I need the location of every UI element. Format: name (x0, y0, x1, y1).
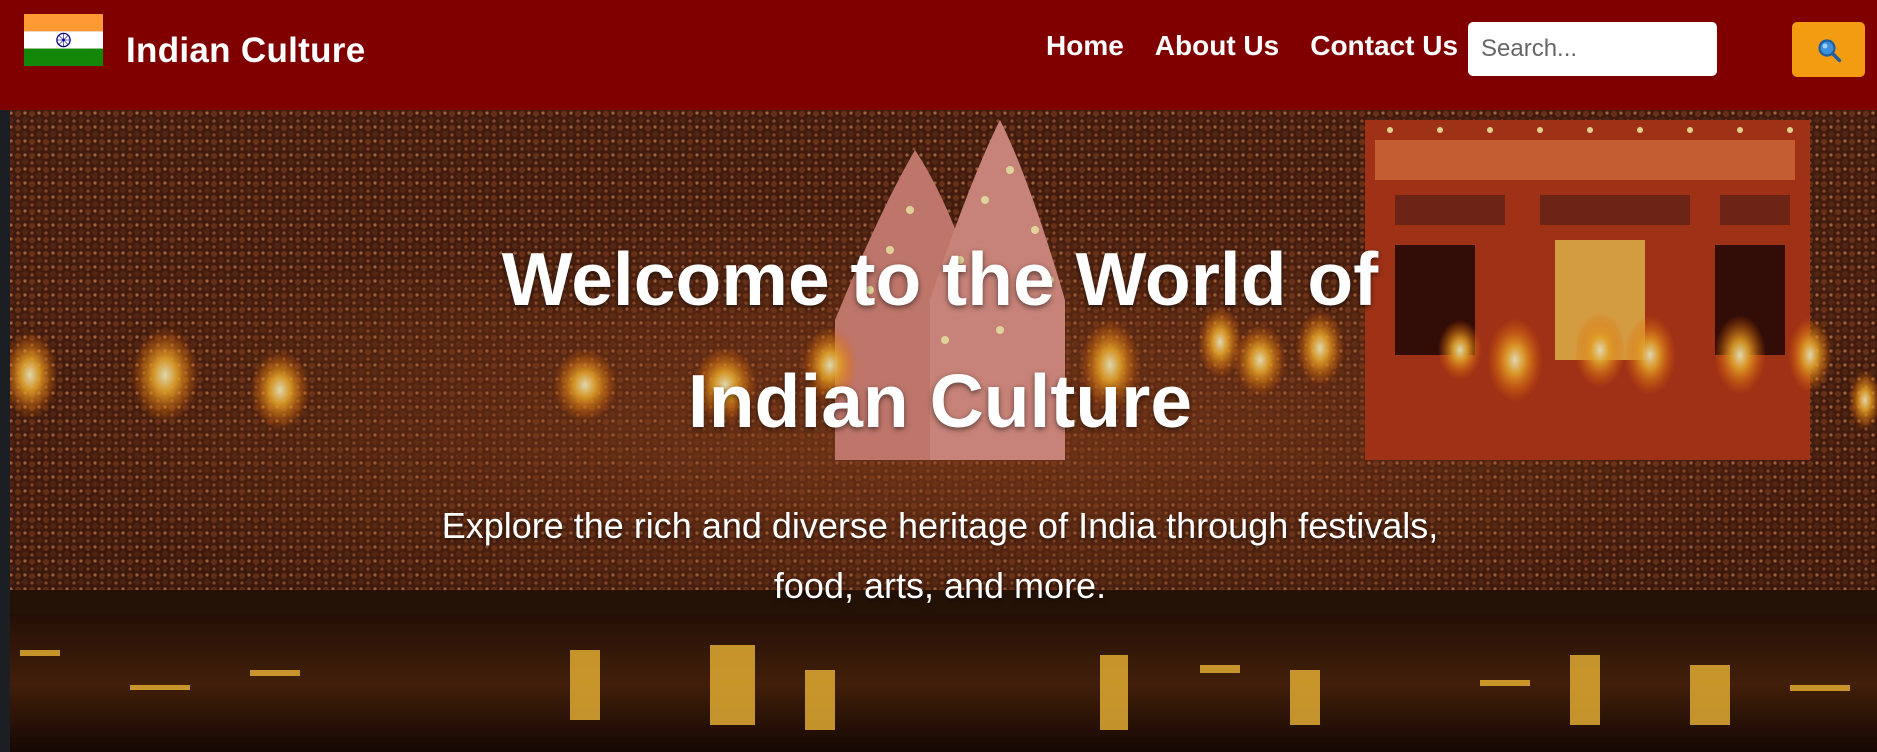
hero-text: Welcome to the World of Indian Culture E… (440, 218, 1440, 616)
main-nav: Home About Us Contact Us (1046, 30, 1458, 62)
hero-left-edge (0, 110, 10, 752)
hero-section: Welcome to the World of Indian Culture E… (0, 110, 1877, 752)
nav-about-us-link[interactable]: About Us (1155, 30, 1279, 62)
site-header: Indian Culture Home About Us Contact Us (0, 0, 1877, 110)
search-icon (1817, 38, 1841, 62)
brand-title: Indian Culture (126, 31, 366, 70)
india-flag-icon (24, 14, 103, 66)
hero-subtitle: Explore the rich and diverse heritage of… (441, 505, 1439, 606)
hero-title: Welcome to the World of Indian Culture (501, 237, 1379, 443)
search-input[interactable] (1468, 22, 1717, 76)
nav-home-link[interactable]: Home (1046, 30, 1124, 62)
search-button[interactable] (1792, 22, 1865, 77)
nav-contact-us-link[interactable]: Contact Us (1310, 30, 1458, 62)
